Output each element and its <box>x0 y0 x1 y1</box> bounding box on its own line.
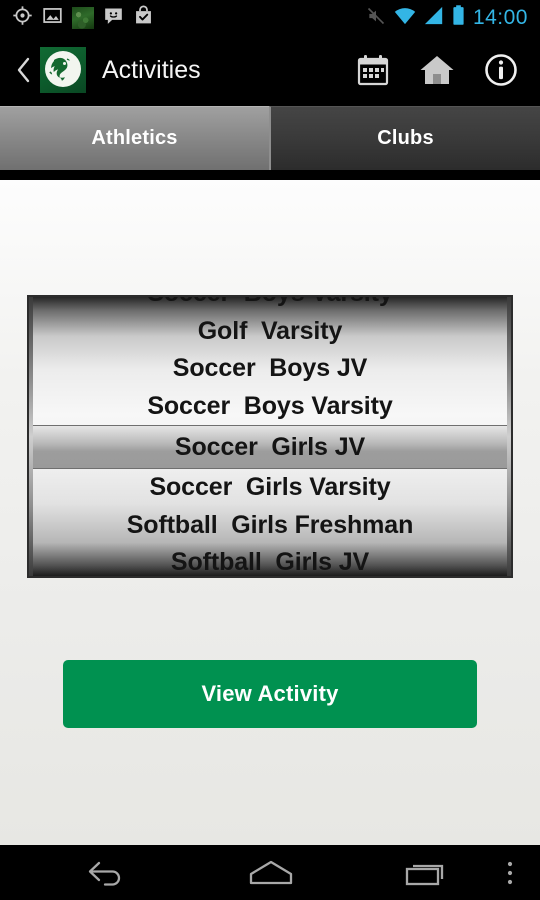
tab-bar: Athletics Clubs <box>0 104 540 176</box>
status-bar-system: 14:00 <box>366 5 540 31</box>
app-thumbnail-icon <box>72 7 94 29</box>
gps-location-icon <box>12 5 33 31</box>
status-bar-clock: 14:00 <box>472 6 528 29</box>
activity-picker-wrap: Soccer Boys Varsity Golf Varsity Soccer … <box>27 295 513 578</box>
photo-image-icon <box>42 5 63 31</box>
list-item[interactable]: Soccer Boys JV <box>29 350 511 388</box>
nav-overflow-icon[interactable] <box>505 858 515 888</box>
silent-mute-icon <box>366 6 386 31</box>
battery-icon <box>452 5 465 31</box>
shopping-bag-check-icon <box>133 5 154 31</box>
chat-smiley-icon <box>103 5 124 31</box>
mustang-horse-logo[interactable] <box>40 47 86 93</box>
up-back-button[interactable] <box>12 56 36 84</box>
activity-picker[interactable]: Soccer Boys Varsity Golf Varsity Soccer … <box>27 295 513 578</box>
list-item[interactable]: Soccer Boys Varsity <box>29 388 511 426</box>
activity-picker-list: Soccer Boys Varsity Golf Varsity Soccer … <box>29 297 511 576</box>
nav-recents-icon[interactable] <box>404 858 450 888</box>
list-item[interactable]: Soccer Boys Varsity <box>29 297 511 313</box>
tab-athletics[interactable]: Athletics <box>0 106 269 170</box>
status-bar: 14:00 <box>0 0 540 36</box>
action-bar-actions <box>356 53 540 87</box>
list-item[interactable]: Softball Girls JV <box>29 544 511 576</box>
status-bar-notifications <box>0 5 154 31</box>
action-bar: Activities <box>0 36 540 104</box>
info-icon[interactable] <box>484 53 518 87</box>
calendar-icon[interactable] <box>356 53 390 87</box>
tab-clubs-label: Clubs <box>377 127 434 149</box>
phone-screen: 14:00 Activities Athletics Clubs Golf Va… <box>0 0 540 900</box>
wifi-icon <box>394 6 416 31</box>
list-item[interactable]: Softball Girls Freshman <box>29 507 511 545</box>
tab-athletics-label: Athletics <box>91 127 178 149</box>
list-item-selected[interactable]: Soccer Girls JV <box>29 425 511 469</box>
view-activity-button[interactable]: View Activity <box>63 660 477 728</box>
nav-home-icon[interactable] <box>246 858 296 888</box>
content-area: Soccer Boys Varsity Golf Varsity Soccer … <box>0 180 540 845</box>
page-title: Activities <box>102 55 201 84</box>
home-icon[interactable] <box>418 53 456 87</box>
system-nav-bar <box>0 845 540 900</box>
list-item[interactable]: Soccer Girls Varsity <box>29 469 511 507</box>
list-item[interactable]: Golf Varsity <box>29 313 511 351</box>
nav-back-icon[interactable] <box>86 858 130 888</box>
cellular-signal-icon <box>424 6 444 31</box>
tab-clubs[interactable]: Clubs <box>269 106 540 170</box>
